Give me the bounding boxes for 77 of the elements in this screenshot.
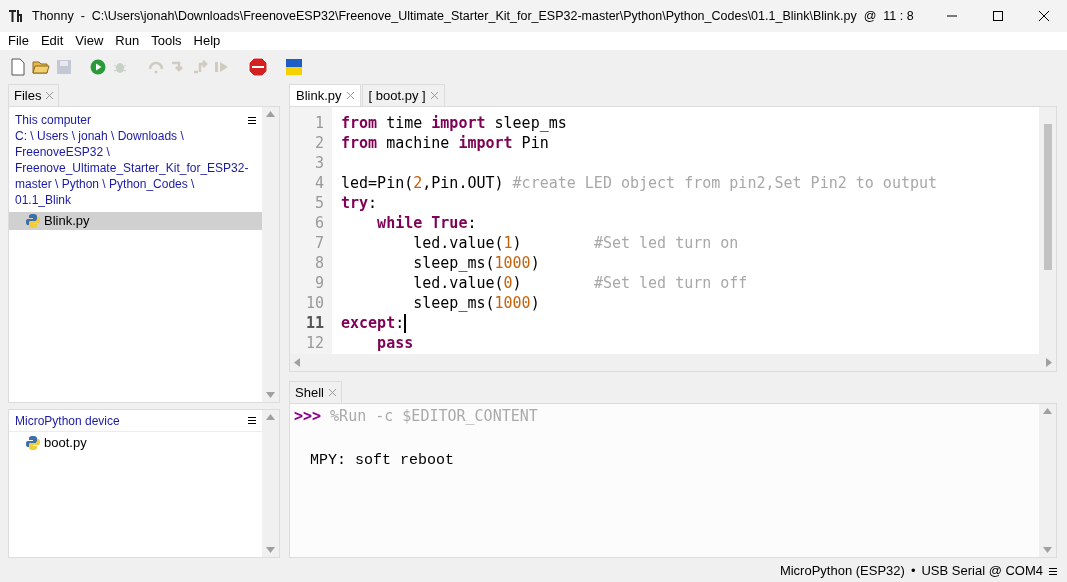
shell-output: MPY: soft reboot [310, 451, 456, 471]
stop-icon[interactable] [248, 57, 268, 77]
scroll-up-icon[interactable] [266, 414, 275, 420]
code-line: while True: [376, 213, 477, 233]
menu-item[interactable]: View [69, 31, 110, 51]
scrollbar[interactable] [1039, 404, 1056, 557]
shell-tab[interactable]: Shell [289, 381, 342, 403]
run-icon[interactable] [90, 59, 106, 75]
line-number: 9 [314, 273, 324, 293]
code-line: sleep_ms(1000) [412, 253, 540, 273]
menu-icon[interactable] [248, 417, 256, 424]
code-line: pass [376, 333, 414, 353]
scrollbar[interactable] [262, 410, 279, 557]
step-over-icon[interactable] [148, 60, 164, 74]
scroll-up-icon[interactable] [266, 111, 276, 117]
code-line: led.value(0) #Set led turn off [412, 273, 748, 293]
menu-item[interactable]: File [2, 31, 35, 51]
menu-item[interactable]: Help [187, 31, 227, 51]
line-number: 4 [314, 173, 324, 193]
menu-item[interactable]: Run [109, 31, 146, 51]
scroll-down-icon[interactable] [1043, 547, 1052, 553]
file-row[interactable]: Blink.py [9, 212, 263, 230]
line-number: 5 [314, 193, 324, 213]
files-tab[interactable]: Files [8, 84, 60, 106]
scrollbar[interactable] [262, 107, 279, 402]
code-line: led=Pin(2,Pin.OUT) #create LED object from pin2,Set Pin2 to output [341, 173, 938, 193]
panel-title: This computer [15, 113, 93, 128]
code-line: sleep_ms(1000) [412, 293, 540, 313]
line-number: 2 [314, 133, 324, 153]
flag-icon [286, 59, 302, 75]
line-number: 8 [314, 253, 324, 273]
step-into-icon[interactable] [170, 60, 186, 74]
code-line: try: [341, 193, 378, 213]
window-title: Thonny - C:\Users\jonah\Downloads\FreenoveESP32\Freenove_Ultimate_Starter_Kit_for_ESP32-master\Python\Python_Codes\01.1_Blink\Blink.py @ 11 : 8 [32, 7, 914, 25]
python-file-icon [25, 213, 41, 229]
interpreter-label[interactable]: MicroPython (ESP32) [779, 561, 905, 581]
menu-item[interactable]: Tools [145, 31, 188, 51]
editor-tab[interactable]: [ boot.py ] [361, 84, 445, 106]
scroll-up-icon[interactable] [1043, 408, 1052, 414]
resume-icon[interactable] [214, 60, 230, 74]
close-icon[interactable] [1039, 11, 1049, 21]
port-label[interactable]: USB Serial @ COM4 [921, 561, 1043, 581]
line-number: 11 [305, 313, 324, 333]
editor-tab[interactable]: Blink.py [289, 84, 361, 106]
menu-icon[interactable] [248, 117, 257, 124]
save-icon[interactable] [56, 59, 72, 75]
line-number: 3 [314, 153, 324, 173]
open-folder-icon[interactable] [32, 59, 50, 75]
scrollbar[interactable] [290, 354, 1056, 371]
menu-item[interactable]: Edit [34, 31, 70, 51]
file-row[interactable]: boot.py [9, 434, 262, 452]
line-number: 10 [305, 293, 324, 313]
code-line: led.value(1) #Set led turn on [412, 233, 739, 253]
shell-command: %Run -c $EDITOR_CONTENT [330, 406, 538, 426]
app-logo-icon [8, 8, 24, 24]
menu-icon[interactable] [1049, 567, 1057, 575]
scroll-down-icon[interactable] [266, 392, 276, 398]
code-line: from time import sleep_ms [341, 113, 567, 133]
line-number: 7 [314, 233, 324, 253]
code-line: except: [341, 313, 405, 333]
panel-title: MicroPython device [15, 412, 121, 430]
line-number: 12 [305, 333, 324, 353]
line-number: 1 [314, 113, 324, 133]
maximize-icon[interactable] [993, 11, 1003, 21]
step-out-icon[interactable] [192, 60, 208, 74]
scrollbar[interactable] [1039, 107, 1056, 354]
scroll-left-icon[interactable] [294, 358, 300, 367]
python-file-icon [25, 435, 41, 451]
path-breadcrumb[interactable]: C: \ Users \ jonah \ Downloads \ FreenoveESP32 \ Freenove_Ultimate_Starter_Kit_for_ESP32-master \ Python \ Python_Codes \ 01.1_Blink [15, 128, 249, 208]
code-line: from machine import Pin [341, 133, 549, 153]
separator-dot: • [910, 562, 916, 581]
line-number: 6 [314, 213, 324, 233]
new-file-icon[interactable] [10, 58, 26, 76]
scroll-right-icon[interactable] [1046, 358, 1052, 367]
scroll-down-icon[interactable] [266, 547, 275, 553]
shell-prompt: >>> [294, 406, 322, 426]
scrollbar-thumb[interactable] [1043, 124, 1052, 270]
